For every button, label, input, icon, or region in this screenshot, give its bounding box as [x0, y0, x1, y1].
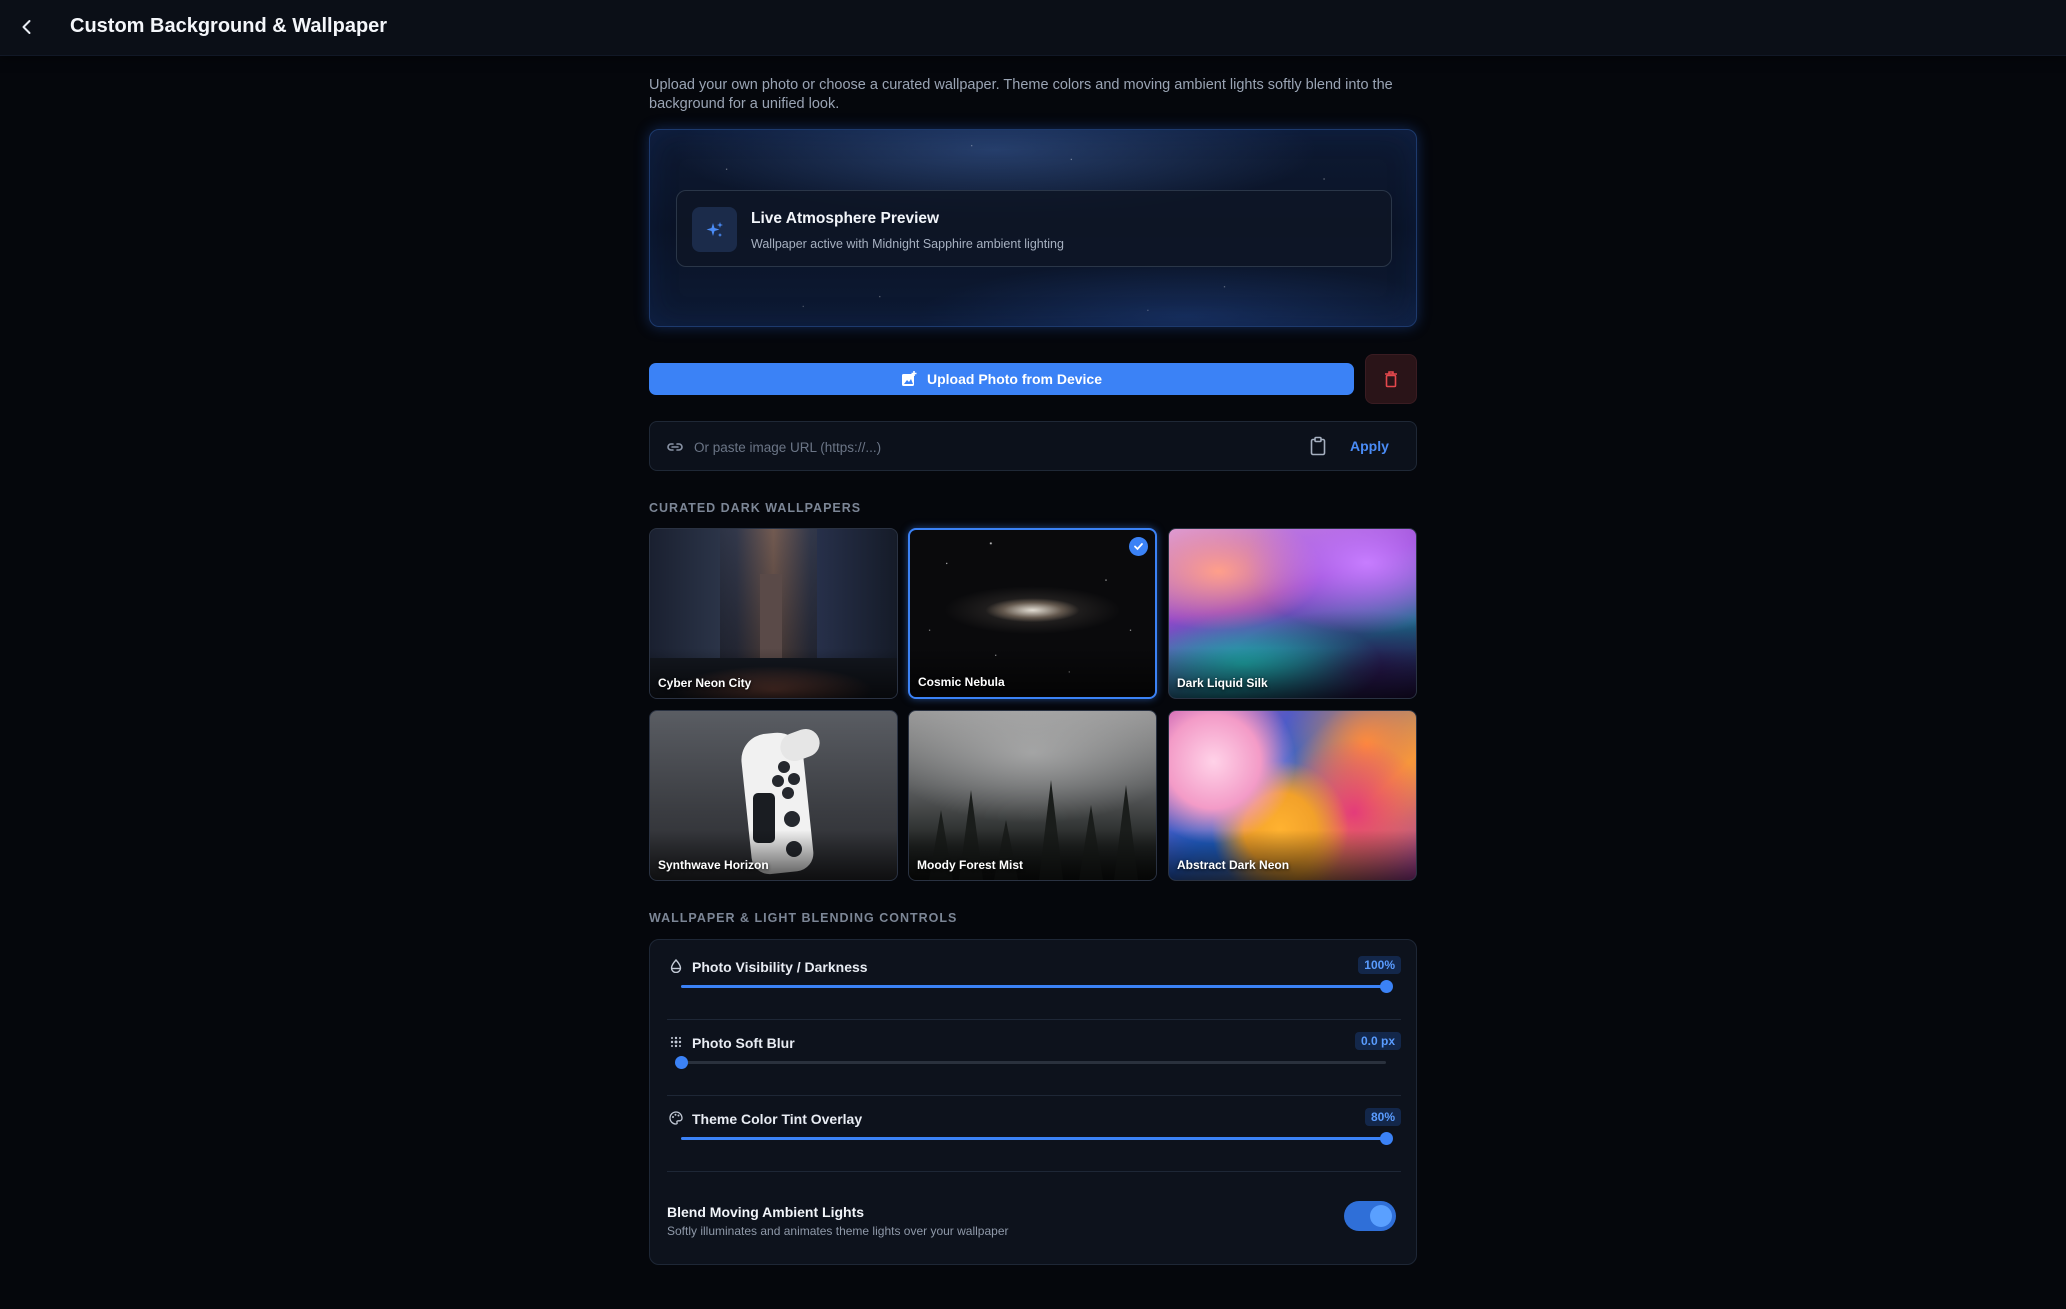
trash-icon — [1385, 371, 1397, 388]
blending-controls-panel: Photo Visibility / Darkness 100% Photo S… — [649, 939, 1417, 1265]
sparkles-icon — [692, 207, 737, 252]
image-url-input[interactable] — [694, 434, 1294, 460]
wallpaper-tile-dark-liquid-silk[interactable]: Dark Liquid Silk — [1168, 528, 1417, 699]
slider-thumb[interactable] — [675, 1056, 688, 1069]
slider-label: Photo Visibility / Darkness — [692, 959, 868, 975]
remove-wallpaper-button[interactable] — [1365, 354, 1417, 404]
ambient-lights-toggle[interactable] — [1344, 1201, 1396, 1231]
ambient-lights-subtitle: Softly illuminates and animates theme li… — [667, 1224, 1009, 1238]
wallpaper-tile-abstract-dark-neon[interactable]: Abstract Dark Neon — [1168, 710, 1417, 881]
page-description: Upload your own photo or choose a curate… — [649, 77, 1393, 112]
toggle-knob — [1370, 1205, 1392, 1227]
top-app-bar: Custom Background & Wallpaper — [0, 0, 2066, 56]
upload-photo-label: Upload Photo from Device — [926, 371, 1103, 387]
photo-visibility-slider[interactable] — [681, 980, 1393, 993]
upload-photo-button[interactable]: Upload Photo from Device — [649, 363, 1354, 395]
slider-thumb[interactable] — [1380, 980, 1393, 993]
preview-title: Live Atmosphere Preview — [751, 210, 940, 227]
slider-row-soft-blur: Photo Soft Blur 0.0 px — [667, 1032, 1401, 1095]
slider-row-tint-overlay: Theme Color Tint Overlay 80% — [667, 1108, 1401, 1171]
slider-label: Photo Soft Blur — [692, 1035, 795, 1051]
wallpaper-tile-synthwave-horizon[interactable]: Synthwave Horizon — [649, 710, 898, 881]
wallpaper-label: Abstract Dark Neon — [1177, 858, 1290, 872]
slider-value-badge: 0.0 px — [1354, 1032, 1401, 1050]
image-url-field-row: Apply — [649, 421, 1417, 471]
back-button[interactable] — [12, 12, 42, 42]
apply-url-button[interactable]: Apply — [1350, 438, 1389, 454]
wallpaper-tile-cosmic-nebula[interactable]: Cosmic Nebula — [908, 528, 1157, 699]
drop-icon — [670, 959, 682, 973]
wallpapers-heading: CURATED DARK WALLPAPERS — [649, 501, 862, 515]
controls-heading: WALLPAPER & LIGHT BLENDING CONTROLS — [649, 911, 958, 925]
add-photo-icon — [901, 371, 917, 386]
slider-fill — [681, 1137, 1386, 1140]
slider-value-badge: 100% — [1358, 956, 1401, 974]
wallpaper-label: Dark Liquid Silk — [1177, 676, 1268, 690]
divider — [667, 1171, 1401, 1172]
wallpaper-tile-cyber-neon-city[interactable]: Cyber Neon City — [649, 528, 898, 699]
wallpaper-label: Synthwave Horizon — [658, 858, 769, 872]
slider-row-photo-visibility: Photo Visibility / Darkness 100% — [667, 956, 1401, 1019]
tint-overlay-slider[interactable] — [681, 1132, 1393, 1145]
wallpaper-label: Moody Forest Mist — [917, 858, 1024, 872]
blur-icon — [670, 1036, 682, 1048]
wallpaper-label: Cyber Neon City — [658, 676, 752, 690]
slider-label: Theme Color Tint Overlay — [692, 1111, 863, 1127]
slider-thumb[interactable] — [1380, 1132, 1393, 1145]
live-preview-panel: Live Atmosphere Preview Wallpaper active… — [649, 129, 1417, 327]
slider-fill — [681, 985, 1386, 988]
preview-subtitle: Wallpaper active with Midnight Sapphire … — [751, 237, 1064, 251]
ambient-lights-title: Blend Moving Ambient Lights — [667, 1204, 865, 1220]
palette-icon — [669, 1111, 683, 1125]
divider — [667, 1095, 1401, 1096]
wallpaper-label: Cosmic Nebula — [918, 675, 1005, 689]
photo-blur-slider[interactable] — [675, 1056, 1386, 1069]
preview-status-card: Live Atmosphere Preview Wallpaper active… — [676, 190, 1392, 267]
page-title: Custom Background & Wallpaper — [70, 15, 388, 37]
clipboard-icon[interactable] — [1310, 436, 1326, 456]
slider-value-badge: 80% — [1364, 1108, 1401, 1126]
divider — [667, 1019, 1401, 1020]
check-icon — [1129, 537, 1148, 556]
wallpaper-tile-moody-forest-mist[interactable]: Moody Forest Mist — [908, 710, 1157, 881]
link-icon — [667, 443, 683, 451]
chevron-left-icon — [22, 20, 31, 34]
